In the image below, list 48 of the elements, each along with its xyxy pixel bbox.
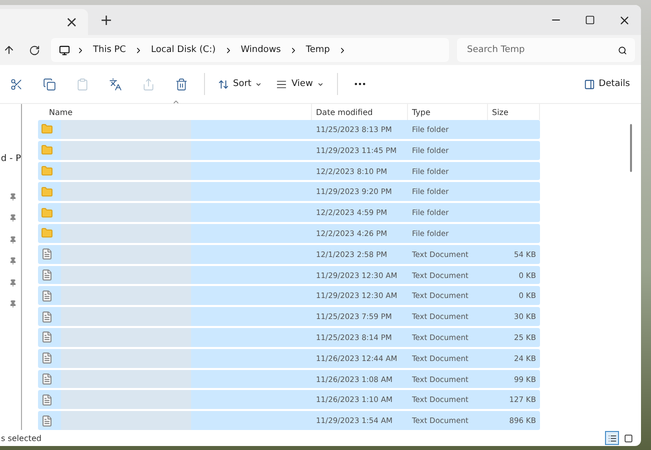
document-icon bbox=[41, 331, 53, 344]
chevron-down-icon bbox=[255, 80, 262, 88]
breadcrumb[interactable]: This PC bbox=[91, 45, 128, 55]
status-text: s selected bbox=[1, 434, 42, 442]
document-icon bbox=[41, 290, 53, 302]
scrollbar-thumb[interactable] bbox=[630, 124, 632, 172]
maximize-icon bbox=[585, 15, 595, 25]
address-bar[interactable]: This PC Local Disk (C:) Windows Temp bbox=[51, 38, 449, 62]
search-field[interactable]: Search Temp bbox=[457, 38, 635, 62]
document-icon bbox=[41, 394, 53, 406]
folder-icon bbox=[41, 227, 53, 240]
new-tab-button[interactable]: + bbox=[96, 12, 117, 28]
column-header[interactable]: Name bbox=[49, 108, 73, 117]
document-icon bbox=[41, 269, 53, 282]
folder-icon bbox=[41, 123, 53, 136]
tab-close-button[interactable]: × bbox=[61, 14, 82, 30]
document-icon bbox=[41, 248, 53, 260]
breadcrumb[interactable]: Temp bbox=[304, 45, 332, 55]
close-icon bbox=[618, 14, 630, 26]
breadcrumb[interactable]: Local Disk (C:) bbox=[148, 45, 218, 55]
chevron-icon bbox=[76, 46, 85, 54]
document-icon bbox=[41, 373, 53, 385]
sidebar-label: d - P bbox=[0, 154, 21, 166]
browser-tab[interactable]: × bbox=[0, 9, 88, 35]
folder-icon bbox=[41, 206, 53, 219]
sort-arrows-icon bbox=[218, 78, 229, 90]
monitor-icon bbox=[59, 44, 70, 56]
document-icon bbox=[41, 352, 53, 364]
document-icon bbox=[41, 310, 53, 323]
search-input[interactable]: Search Temp bbox=[465, 44, 618, 56]
document-icon bbox=[41, 414, 53, 427]
column-header[interactable]: Size bbox=[492, 108, 508, 117]
details-view-button[interactable] bbox=[605, 431, 619, 445]
folder-icon bbox=[41, 144, 53, 156]
folder-icon bbox=[41, 165, 53, 178]
lines-icon bbox=[276, 78, 288, 90]
view-button[interactable]: View bbox=[269, 70, 331, 98]
folder-icon bbox=[41, 186, 53, 198]
details-button[interactable]: Details bbox=[576, 70, 637, 98]
details-view-icon bbox=[608, 434, 616, 442]
search-icon bbox=[618, 46, 627, 54]
tiles-view-icon bbox=[624, 434, 632, 442]
chevron-down-icon bbox=[316, 80, 324, 88]
column-header[interactable]: Date modified bbox=[316, 108, 373, 117]
panel-icon bbox=[584, 78, 595, 90]
breadcrumb[interactable]: Windows bbox=[238, 45, 283, 55]
column-header[interactable]: Type bbox=[412, 108, 430, 117]
sort-button[interactable]: Sort bbox=[211, 70, 270, 98]
